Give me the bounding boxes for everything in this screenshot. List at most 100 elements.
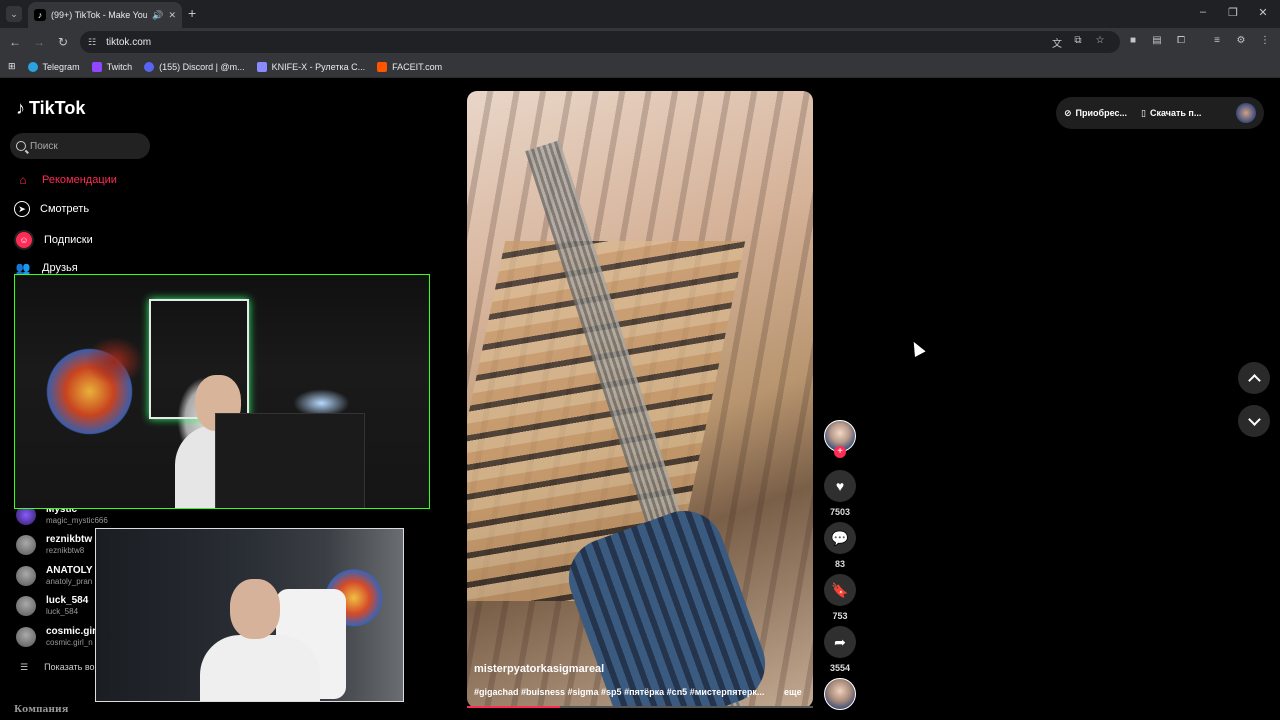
- avatar: [16, 566, 36, 586]
- comment-button[interactable]: 💬: [824, 522, 856, 554]
- nav-for-you[interactable]: ⌂ Рекомендации: [14, 171, 117, 189]
- url-text: tiktok.com: [106, 36, 152, 48]
- following-name: reznikbtw: [46, 534, 93, 545]
- install-app-icon[interactable]: ⧉: [1071, 35, 1085, 46]
- following-handle: luck_584: [46, 607, 79, 616]
- home-icon: ⌂: [19, 173, 27, 187]
- site-info-icon[interactable]: ☷: [88, 37, 96, 48]
- bookmark-telegram[interactable]: Telegram: [27, 61, 80, 72]
- search-input[interactable]: [30, 140, 140, 152]
- download-app-button[interactable]: ▯ Скачать п...: [1141, 108, 1201, 119]
- video-progress-fill: [467, 706, 561, 708]
- bookmark-star-icon[interactable]: ☆: [1093, 35, 1107, 46]
- profile-avatar[interactable]: [1236, 103, 1256, 123]
- video-author[interactable]: misterpyatorkasigmareal: [474, 663, 604, 675]
- back-icon[interactable]: ←: [8, 35, 22, 49]
- follow-plus-icon[interactable]: +: [834, 446, 846, 458]
- following-item[interactable]: reznikbtw reznikbtw8: [16, 534, 92, 556]
- buy-coins-button[interactable]: ⊘ Приобрес...: [1064, 108, 1127, 119]
- media-controls-icon[interactable]: ≡: [1210, 35, 1224, 46]
- video-progress-bar[interactable]: [467, 706, 813, 708]
- next-video-button[interactable]: [1238, 405, 1270, 437]
- forward-icon[interactable]: →: [32, 35, 46, 49]
- sound-avatar[interactable]: [824, 678, 856, 710]
- video-hashtags[interactable]: #gigachad #buisness #sigma #sp5 #пятёрка…: [474, 687, 804, 697]
- extensions-puzzle-icon[interactable]: ⧠: [1174, 35, 1188, 46]
- minimize-icon[interactable]: –: [1196, 6, 1210, 18]
- avatar: [16, 596, 36, 616]
- comment-count: 83: [834, 559, 845, 569]
- extension-icon[interactable]: ■: [1126, 35, 1140, 46]
- following-item[interactable]: ANATOLY anatoly_pran: [16, 565, 93, 587]
- show-more-label: Показать во: [44, 662, 95, 672]
- company-link[interactable]: Компания: [14, 705, 68, 715]
- tiktok-logo[interactable]: ♪ TikTok: [16, 98, 85, 119]
- share-button[interactable]: ➦: [824, 626, 856, 658]
- bookmark-icon: 🔖: [831, 581, 849, 598]
- mouse-cursor-icon: [908, 339, 926, 357]
- browser-toolbar: ← → ↻ ☷ tiktok.com 文 ⧉ ☆ ■ ▤ ⧠ ≡ ⚙ ⋮: [0, 28, 1280, 56]
- compass-icon: ➤: [14, 201, 30, 217]
- discord-icon: [144, 61, 155, 72]
- twitch-icon: [91, 61, 102, 72]
- profile-icon[interactable]: ⚙: [1234, 35, 1248, 46]
- bookmark-faceit[interactable]: FACEIT.com: [377, 61, 442, 72]
- following-handle: anatoly_pran: [46, 577, 93, 586]
- stream-overlay-camera-main: [14, 274, 430, 509]
- bookmark-twitch[interactable]: Twitch: [91, 61, 132, 72]
- nav-label: Друзья: [42, 262, 78, 274]
- video-player[interactable]: [467, 91, 813, 708]
- telegram-icon: [27, 61, 38, 72]
- bookmark-discord[interactable]: (155) Discord | @m...: [144, 61, 245, 72]
- restore-icon[interactable]: ❐: [1226, 6, 1240, 19]
- nav-following[interactable]: ☺ Подписки: [14, 230, 93, 250]
- reload-icon[interactable]: ↻: [56, 35, 70, 49]
- faceit-icon: [377, 61, 388, 72]
- tab-search-button[interactable]: ⌄: [6, 6, 22, 22]
- tiktok-note-icon: ♪: [16, 98, 25, 118]
- apps-grid-icon[interactable]: ⊞: [8, 61, 16, 72]
- following-item[interactable]: luck_584 luck_584: [16, 595, 88, 617]
- previous-video-button[interactable]: [1238, 362, 1270, 394]
- close-tab-icon[interactable]: ✕: [168, 10, 176, 21]
- search-box[interactable]: [10, 133, 150, 159]
- header-actions: ⊘ Приобрес... ▯ Скачать п...: [1056, 97, 1264, 129]
- chevron-up-icon: [1247, 373, 1261, 387]
- streamer-face-image: [230, 579, 280, 639]
- phone-icon: ▯: [1141, 107, 1146, 118]
- following-handle: reznikbtw8: [46, 546, 85, 555]
- comment-icon: 💬: [831, 529, 849, 546]
- more-menu-icon[interactable]: ⋮: [1258, 35, 1272, 46]
- following-name: cosmic.girl: [46, 626, 99, 637]
- browser-tabstrip: ⌄ ♪ (99+) TikTok - Make Your Day 🔊 ✕ + –…: [0, 0, 1280, 28]
- share-count: 3554: [829, 663, 851, 673]
- logo-text: TikTok: [29, 98, 86, 118]
- following-handle: cosmic.girl_n: [46, 638, 93, 647]
- like-button[interactable]: ♥: [824, 470, 856, 502]
- nav-label: Смотреть: [40, 203, 90, 215]
- tab-title: (99+) TikTok - Make Your Day: [51, 10, 148, 20]
- stream-overlay-camera-secondary: [95, 528, 404, 702]
- nav-explore[interactable]: ➤ Смотреть: [14, 201, 89, 217]
- following-item[interactable]: cosmic.girl cosmic.girl_n: [16, 626, 99, 648]
- nav-label: Рекомендации: [42, 174, 117, 186]
- bookmarks-bar: ⊞ Telegram Twitch (155) Discord | @m... …: [0, 56, 1280, 78]
- save-button[interactable]: 🔖: [824, 574, 856, 606]
- following-icon: ☺: [14, 230, 34, 250]
- window-close-icon[interactable]: ✕: [1256, 6, 1270, 19]
- monitor-image: [215, 413, 365, 508]
- translate-icon[interactable]: 文: [1050, 35, 1064, 50]
- bookmark-knife-x[interactable]: KNIFE-X - Рулетка С...: [256, 61, 365, 72]
- show-more-button[interactable]: ☰ Показать во: [20, 662, 95, 673]
- new-tab-button[interactable]: +: [188, 6, 196, 20]
- extension-icon[interactable]: ▤: [1150, 35, 1164, 46]
- chevron-down-icon: [1247, 412, 1261, 426]
- following-name: luck_584: [46, 595, 89, 606]
- streamer-image: [200, 635, 320, 701]
- browser-tab-tiktok[interactable]: ♪ (99+) TikTok - Make Your Day 🔊 ✕: [28, 2, 182, 28]
- speaker-icon[interactable]: 🔊: [152, 10, 163, 21]
- search-icon[interactable]: [16, 141, 26, 151]
- save-count: 753: [832, 611, 848, 621]
- address-bar[interactable]: ☷ tiktok.com: [80, 31, 1120, 53]
- video-more-link[interactable]: еще: [784, 687, 802, 697]
